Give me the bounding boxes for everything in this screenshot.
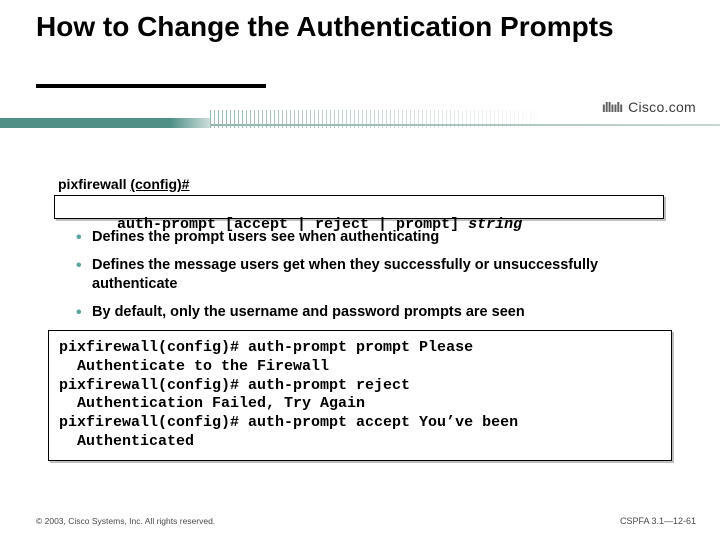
config-prompt: pixfirewall (config)# bbox=[58, 176, 189, 192]
syntax-box: auth-prompt [accept | reject | prompt] s… bbox=[54, 195, 664, 219]
example-box: pixfirewall(config)# auth-prompt prompt … bbox=[48, 330, 672, 461]
code-line: pixfirewall(config)# auth-prompt accept … bbox=[59, 414, 518, 431]
cisco-bars-icon: ıllıılı bbox=[602, 99, 622, 115]
code-line: Authentication Failed, Try Again bbox=[59, 395, 365, 412]
code-line: Authenticated bbox=[59, 433, 194, 450]
list-item: By default, only the username and passwo… bbox=[76, 303, 676, 323]
code-line: pixfirewall(config)# auth-prompt reject bbox=[59, 377, 410, 394]
code-line: Authenticate to the Firewall bbox=[59, 358, 329, 375]
cisco-logo: ıllıılı Cisco.com bbox=[602, 99, 696, 115]
slide-title: How to Change the Authentication Prompts bbox=[36, 12, 676, 43]
bullet-list: Defines the prompt users see when authen… bbox=[76, 228, 676, 330]
title-underline bbox=[36, 84, 266, 88]
brand-name: Cisco.com bbox=[628, 99, 696, 115]
code-line: pixfirewall(config)# auth-prompt prompt … bbox=[59, 339, 473, 356]
list-item: Defines the prompt users see when authen… bbox=[76, 228, 676, 248]
footer-copyright: © 2003, Cisco Systems, Inc. All rights r… bbox=[36, 516, 215, 526]
list-item: Defines the message users get when they … bbox=[76, 256, 676, 295]
config-mode: (config)# bbox=[130, 176, 189, 192]
footer-page-id: CSPFA 3.1—12-61 bbox=[620, 516, 696, 526]
example-code: pixfirewall(config)# auth-prompt prompt … bbox=[49, 331, 671, 460]
config-host: pixfirewall bbox=[58, 176, 126, 192]
